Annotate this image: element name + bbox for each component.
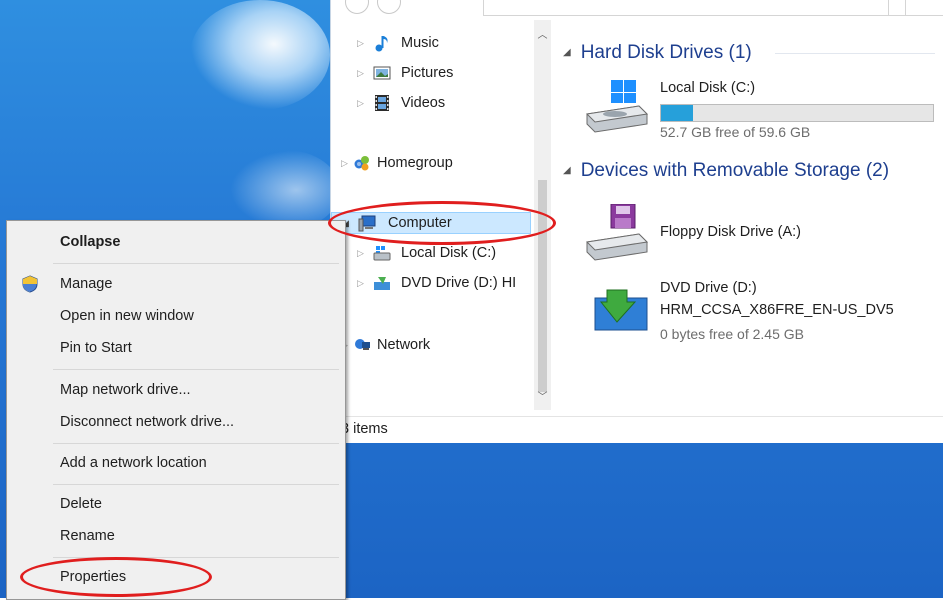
- address-row: [331, 0, 943, 18]
- back-button[interactable]: [345, 0, 369, 14]
- drive-free-space: 0 bytes free of 2.45 GB: [660, 326, 804, 342]
- capacity-bar: [660, 104, 934, 122]
- status-bar: 3 items: [331, 416, 943, 444]
- network-icon: [355, 339, 370, 350]
- nav-label: Pictures: [401, 65, 454, 81]
- context-menu: Collapse Manage Open in new window Pin t…: [6, 220, 346, 600]
- menu-label: Manage: [60, 276, 113, 292]
- pictures-icon: [373, 66, 391, 80]
- nav-item-pictures[interactable]: ▷ Pictures: [357, 62, 527, 84]
- drive-name: Floppy Disk Drive (A:): [660, 224, 801, 240]
- nav-item-local-disk[interactable]: ▷ Local Disk (C:): [357, 242, 537, 264]
- scroll-up-arrow-icon[interactable]: ︿: [536, 26, 549, 41]
- nav-item-homegroup[interactable]: ▷ Homegroup: [341, 152, 531, 174]
- menu-label: Open in new window: [60, 308, 194, 324]
- shield-icon: [22, 275, 38, 293]
- menu-separator: [53, 369, 339, 370]
- group-header-removable[interactable]: ◢ Devices with Removable Storage (2): [563, 158, 889, 184]
- menu-item-add-network-location[interactable]: Add a network location: [7, 448, 345, 478]
- expand-arrow-icon[interactable]: ▷: [357, 62, 367, 84]
- menu-separator: [53, 484, 339, 485]
- collapse-triangle-icon[interactable]: ◢: [563, 165, 571, 176]
- menu-item-open-new-window[interactable]: Open in new window: [7, 301, 345, 331]
- nav-item-videos[interactable]: ▷ Videos: [357, 92, 527, 114]
- expand-arrow-icon[interactable]: ▷: [357, 242, 367, 264]
- expand-arrow-icon[interactable]: ▷: [357, 32, 367, 54]
- expand-arrow-icon[interactable]: ▷: [357, 92, 367, 114]
- menu-label: Collapse: [60, 234, 121, 250]
- menu-item-delete[interactable]: Delete: [7, 489, 345, 519]
- group-divider: [775, 53, 935, 54]
- menu-item-map-network-drive[interactable]: Map network drive...: [7, 375, 345, 405]
- menu-label: Map network drive...: [60, 382, 191, 398]
- dvd-drive-icon: [374, 277, 390, 290]
- expand-arrow-icon[interactable]: ▷: [357, 272, 367, 294]
- group-header-hard-disks[interactable]: ◢ Hard Disk Drives (1): [563, 40, 752, 66]
- wallpaper-swirl: [190, 0, 330, 110]
- item-count: 3 items: [341, 421, 388, 437]
- nav-item-network[interactable]: ▷ Network: [341, 334, 531, 356]
- expand-arrow-icon[interactable]: ▷: [341, 152, 351, 174]
- menu-separator: [53, 443, 339, 444]
- nav-label: Videos: [401, 95, 446, 111]
- floppy-drive-icon: [585, 204, 649, 261]
- group-title: Hard Disk Drives (1): [580, 42, 752, 64]
- menu-item-collapse[interactable]: Collapse: [7, 227, 345, 257]
- scroll-down-arrow-icon[interactable]: ﹀: [536, 388, 549, 403]
- menu-label: Delete: [60, 496, 102, 512]
- group-title: Devices with Removable Storage (2): [580, 160, 890, 182]
- menu-item-pin-to-start[interactable]: Pin to Start: [7, 333, 345, 363]
- menu-label: Rename: [60, 528, 115, 544]
- nav-label: Homegroup: [377, 155, 453, 171]
- capacity-fill: [661, 105, 693, 121]
- drive-volume-label: HRM_CCSA_X86FRE_EN-US_DV5: [660, 302, 894, 318]
- nav-label: Local Disk (C:): [401, 245, 497, 261]
- nav-item-dvd-drive[interactable]: ▷ DVD Drive (D:) HI: [357, 272, 535, 294]
- drive-free-space: 52.7 GB free of 59.6 GB: [660, 124, 811, 140]
- wallpaper-swirl-2: [230, 150, 340, 230]
- refresh-button[interactable]: [887, 0, 906, 16]
- nav-label: Music: [401, 35, 439, 51]
- nav-label: Network: [377, 337, 431, 353]
- menu-label: Disconnect network drive...: [60, 414, 235, 430]
- collapse-triangle-icon[interactable]: ◢: [563, 47, 571, 58]
- content-pane: ◢ Hard Disk Drives (1) Local Disk (C:) 52…: [563, 30, 943, 410]
- menu-item-manage[interactable]: Manage: [7, 269, 345, 299]
- menu-separator: [53, 263, 339, 264]
- dvd-drive-large-icon: [594, 289, 648, 331]
- menu-label: Add a network location: [60, 455, 207, 471]
- search-box[interactable]: [905, 0, 943, 16]
- menu-item-rename[interactable]: Rename: [7, 521, 345, 551]
- highlight-ellipse-properties: [20, 557, 212, 597]
- nav-label: DVD Drive (D:) HI: [401, 275, 517, 291]
- drive-name: DVD Drive (D:): [660, 280, 757, 296]
- menu-item-disconnect-network-drive[interactable]: Disconnect network drive...: [7, 407, 345, 437]
- local-disk-drive-icon: [585, 80, 649, 133]
- music-icon: [375, 36, 388, 52]
- menu-label: Pin to Start: [60, 340, 132, 356]
- nav-item-music[interactable]: ▷ Music: [357, 32, 527, 54]
- videos-icon: [375, 95, 389, 111]
- forward-button[interactable]: [377, 0, 401, 14]
- drive-name: Local Disk (C:): [660, 80, 756, 96]
- homegroup-icon: [354, 156, 369, 171]
- highlight-ellipse-computer: [328, 201, 556, 245]
- address-bar[interactable]: [483, 0, 889, 16]
- local-disk-icon: [373, 246, 391, 261]
